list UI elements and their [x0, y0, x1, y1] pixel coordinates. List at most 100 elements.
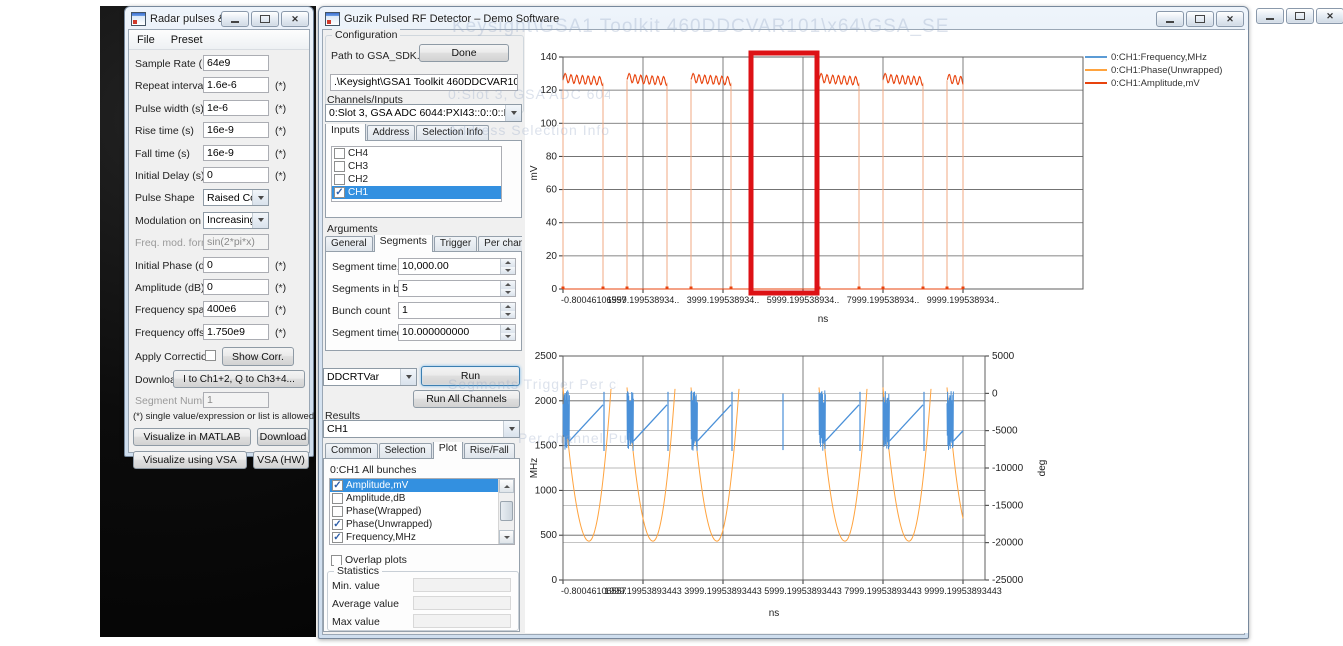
guzik-minimize-button[interactable] — [1156, 11, 1184, 27]
radar-maximize-button[interactable] — [251, 11, 279, 27]
tab-per-channel[interactable]: Per channel — [478, 236, 522, 252]
spin-down-button[interactable] — [501, 289, 515, 297]
tab-general[interactable]: General — [325, 236, 373, 252]
svg-text:60: 60 — [546, 185, 558, 196]
segments-in-bunch-spinner[interactable]: 5 — [398, 280, 516, 297]
series-amplitude-mv — [562, 74, 965, 290]
min-value-field[interactable] — [413, 578, 511, 592]
list-item-phase-wrapped-[interactable]: Phase(Wrapped) — [330, 505, 499, 518]
item-checkbox[interactable] — [332, 493, 343, 504]
scroll-thumb[interactable] — [500, 501, 513, 521]
pulse-width-s--input[interactable]: 1e-6 — [203, 100, 269, 116]
run-button[interactable]: Run — [421, 366, 520, 386]
radar-close-button[interactable]: ✕ — [281, 11, 309, 27]
menu-item-file[interactable]: File — [129, 32, 163, 48]
spin-down-button[interactable] — [501, 333, 515, 341]
list-item-phase-unwrapped-[interactable]: Phase(Unwrapped) — [330, 518, 499, 531]
show-correction-button[interactable]: Show Corr. — [222, 347, 294, 366]
star-marker: (*) — [275, 260, 286, 272]
segment-time-ns-spinner[interactable]: 10,000.00 — [398, 258, 516, 275]
guzik-maximize-button[interactable] — [1186, 11, 1214, 27]
freq-mod-formula-input[interactable]: sin(2*pi*x) — [203, 234, 269, 250]
spin-up-button[interactable] — [501, 303, 515, 311]
list-item-ch4[interactable]: CH4 — [332, 147, 501, 160]
item-checkbox[interactable] — [334, 161, 345, 172]
guzik-close-button[interactable]: ✕ — [1216, 11, 1244, 27]
list-item-ch3[interactable]: CH3 — [332, 160, 501, 173]
tab-address[interactable]: Address — [367, 125, 416, 141]
list-item-frequency-mhz[interactable]: Frequency,MHz — [330, 531, 499, 544]
guzik-titlebar[interactable]: Guzik Pulsed RF Detector – Demo Software… — [319, 7, 1248, 29]
download-button[interactable]: Download — [257, 428, 309, 446]
scroll-up-button[interactable] — [499, 479, 514, 493]
list-item-ch1[interactable]: CH1 — [332, 186, 501, 199]
tab-selection[interactable]: Selection — [379, 443, 432, 459]
bunch-count-spinner[interactable]: 1 — [398, 302, 516, 319]
repeat-interval-s--input[interactable]: 1.6e-6 — [203, 77, 269, 93]
item-checkbox[interactable] — [332, 519, 343, 530]
run-all-channels-button[interactable]: Run All Channels — [413, 390, 520, 408]
channel-device-combo[interactable]: 0:Slot 3, GSA ADC 6044:PXI43::0::0::INST… — [325, 104, 522, 122]
results-tabs: CommonSelectionPlotRise/Fall — [325, 442, 522, 459]
outer-maximize-button[interactable] — [1286, 8, 1314, 24]
sdk-path-input[interactable]: .\Keysight\GSA1 Toolkit 460DDCVAR101\x64… — [330, 74, 518, 91]
modulation-on-pulse-combo[interactable]: Increasing — [203, 212, 269, 229]
spin-up-button[interactable] — [501, 281, 515, 289]
tab-segments[interactable]: Segments — [374, 235, 433, 252]
svg-text:-25000: -25000 — [992, 575, 1024, 586]
spin-up-button[interactable] — [501, 325, 515, 333]
tab-trigger[interactable]: Trigger — [434, 236, 477, 252]
arrow-up-icon — [505, 261, 511, 264]
max-value-field[interactable] — [413, 614, 511, 628]
amplitude-db--input[interactable]: 0 — [203, 279, 269, 295]
visualize-using-vsa-button[interactable]: Visualize using VSA — [133, 451, 247, 469]
apply-correction-checkbox[interactable] — [205, 350, 216, 361]
results-channel-combo[interactable]: CH1 — [323, 420, 520, 438]
tab-inputs[interactable]: Inputs — [325, 124, 366, 141]
item-checkbox[interactable] — [332, 506, 343, 517]
item-checkbox[interactable] — [332, 532, 343, 543]
initial-delay-s--input[interactable]: 0 — [203, 167, 269, 183]
spin-down-button[interactable] — [501, 311, 515, 319]
fall-time-s--input[interactable]: 16e-9 — [203, 145, 269, 161]
svg-text:1999.199538934..: 1999.199538934.. — [607, 295, 680, 305]
results-subtitle: 0:CH1 All bunches — [330, 464, 416, 476]
stat-label: Min. value — [332, 580, 380, 592]
list-item-amplitude-db[interactable]: Amplitude,dB — [330, 492, 499, 505]
sample-rate-hz--input[interactable]: 64e9 — [203, 55, 269, 71]
outer-close-button[interactable]: ✕ — [1316, 8, 1343, 24]
rise-time-s--input[interactable]: 16e-9 — [203, 122, 269, 138]
segment-number-input[interactable]: 1 — [203, 392, 269, 408]
spin-up-button[interactable] — [501, 259, 515, 267]
list-item-ch2[interactable]: CH2 — [332, 173, 501, 186]
item-checkbox[interactable] — [332, 480, 343, 491]
done-button[interactable]: Done — [419, 44, 509, 62]
scroll-down-button[interactable] — [499, 530, 514, 544]
tab-plot[interactable]: Plot — [433, 442, 463, 459]
tab-selection-info[interactable]: Selection Info — [416, 125, 489, 141]
item-checkbox[interactable] — [334, 148, 345, 159]
item-checkbox[interactable] — [334, 174, 345, 185]
frequency-offset-input[interactable]: 1.750e9 — [203, 324, 269, 340]
vsa-hw--button[interactable]: VSA (HW) — [253, 451, 309, 469]
item-checkbox[interactable] — [334, 187, 345, 198]
average-value-field[interactable] — [413, 596, 511, 610]
initial-phase-deg--input[interactable]: 0 — [203, 257, 269, 273]
frequency-span-input[interactable]: 400e6 — [203, 301, 269, 317]
visualize-in-matlab-button[interactable]: Visualize in MATLAB — [133, 428, 251, 446]
segment-timeout-s-spinner[interactable]: 10.000000000 — [398, 324, 516, 341]
algorithm-combo[interactable]: DDCRTVar — [323, 368, 417, 386]
menu-item-preset[interactable]: Preset — [163, 32, 211, 48]
list-item-amplitude-mv[interactable]: Amplitude,mV — [330, 479, 499, 492]
radar-field-row: Sample Rate (Hz)64e9 — [129, 54, 309, 76]
outer-minimize-button[interactable] — [1256, 8, 1284, 24]
tab-common[interactable]: Common — [325, 443, 378, 459]
list-scrollbar[interactable] — [498, 479, 514, 544]
spin-down-button[interactable] — [501, 267, 515, 275]
radar-minimize-button[interactable] — [221, 11, 249, 27]
overlap-plots-checkbox[interactable] — [331, 555, 342, 566]
pulse-shape-combo[interactable]: Raised Cosi... — [203, 189, 269, 206]
download-mapping-button[interactable]: I to Ch1+2, Q to Ch3+4... — [173, 370, 305, 388]
radar-titlebar[interactable]: Radar pulses & freq... ✕ — [125, 7, 313, 29]
tab-rise-fall[interactable]: Rise/Fall — [464, 443, 515, 459]
